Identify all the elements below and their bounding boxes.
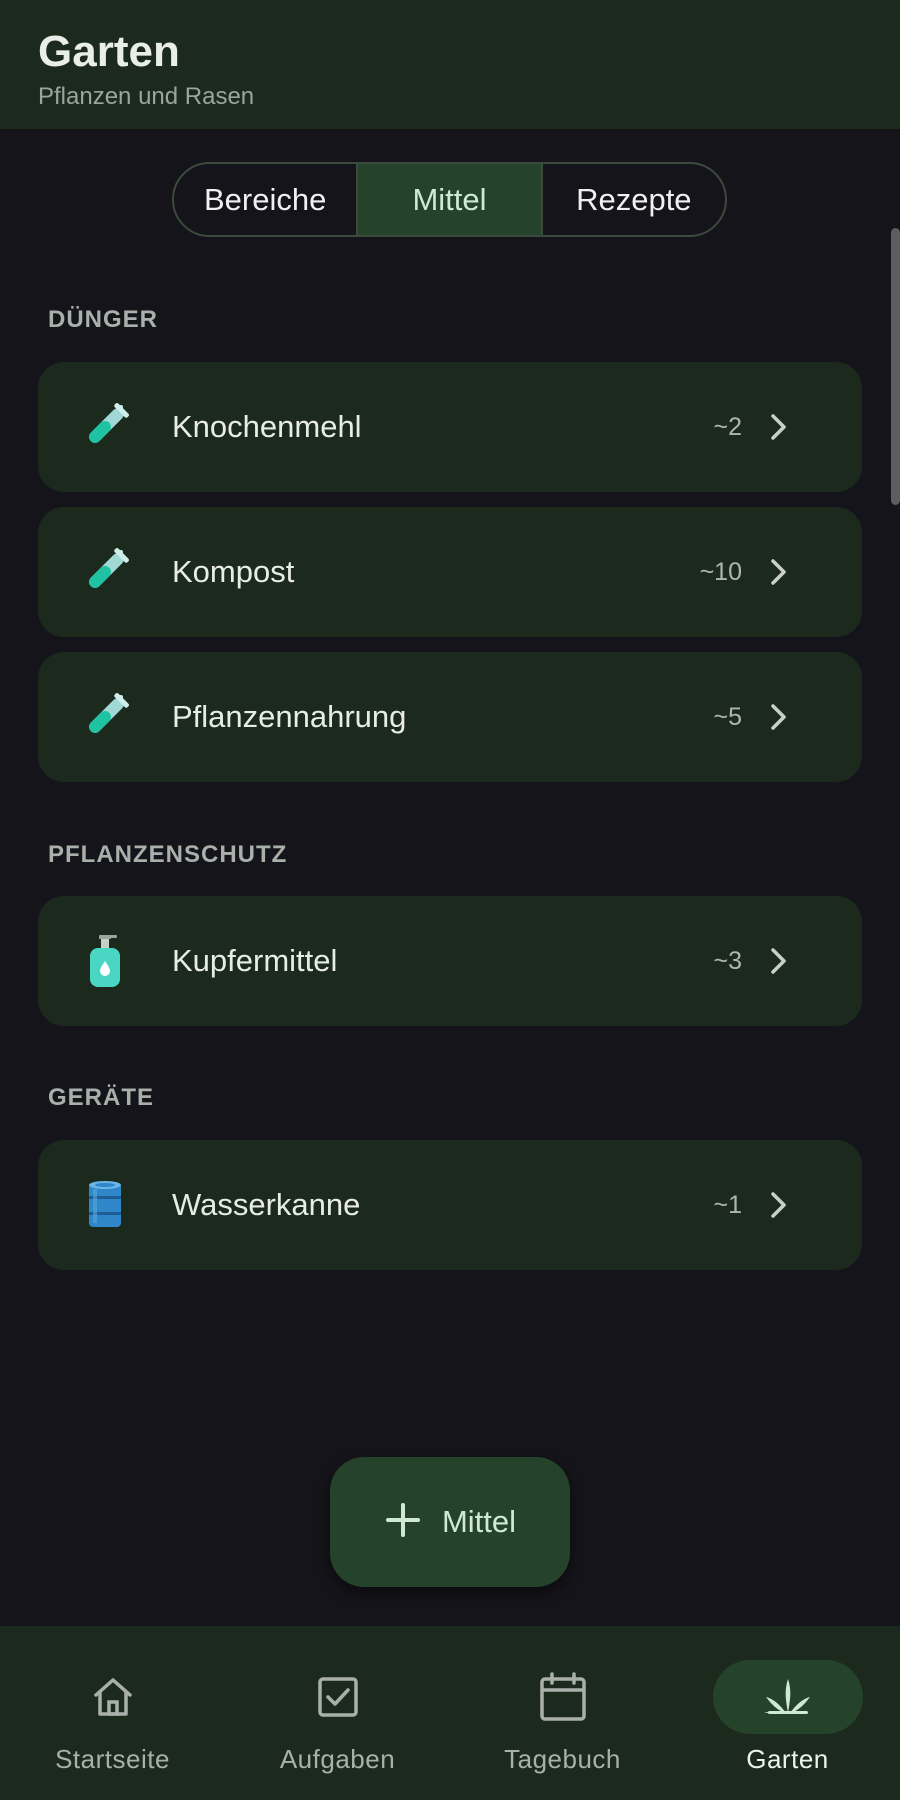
item-name: Kupfermittel [172,943,338,978]
checkbox-icon [263,1660,413,1734]
section-label-geraete: GERÄTE [48,1084,155,1111]
app-screen: Garten Pflanzen und Rasen Bereiche Mitte… [0,0,900,1800]
tab-bereiche[interactable]: Bereiche [174,164,356,235]
item-name: Kompost [172,554,295,589]
lotion-bottle-icon [38,896,172,1026]
item-name: Pflanzennahrung [172,699,407,734]
oil-drum-icon [38,1140,172,1270]
chevron-right-icon [764,407,794,447]
add-mittel-button[interactable]: Mittel [330,1457,570,1587]
plant-icon [712,1660,863,1734]
chevron-right-icon [764,697,794,737]
item-count: ~1 [713,1190,742,1219]
fab-label: Mittel [441,1504,517,1539]
item-count: ~5 [713,702,742,731]
list-item[interactable]: Knochenmehl ~2 [38,362,862,492]
item-count: ~3 [713,946,742,975]
tab-rezepte[interactable]: Rezepte [540,164,725,235]
page-subtitle: Pflanzen und Rasen [38,83,255,110]
chevron-right-icon [764,552,794,592]
test-tube-icon [38,652,172,782]
nav-item-tagebuch[interactable]: Tagebuch [450,1626,675,1800]
item-count: ~2 [713,412,742,441]
plus-icon [384,1501,422,1544]
home-icon [38,1660,188,1734]
test-tube-icon [38,362,172,492]
list-item[interactable]: Kompost ~10 [38,507,862,637]
nav-item-aufgaben[interactable]: Aufgaben [225,1626,450,1800]
section-label-pflanzenschutz: PFLANZENSCHUTZ [48,841,288,868]
item-count: ~10 [699,557,742,586]
list-item[interactable]: Kupfermittel ~3 [38,896,862,1026]
nav-label: Aufgaben [279,1744,396,1774]
scrollbar[interactable] [891,228,900,505]
nav-label: Garten [746,1744,829,1774]
chevron-right-icon [764,941,794,981]
app-header: Garten Pflanzen und Rasen [0,0,900,129]
list-item[interactable]: Wasserkanne ~1 [38,1140,862,1270]
list-item[interactable]: Pflanzennahrung ~5 [38,652,862,782]
page-title: Garten [38,27,180,76]
chevron-right-icon [764,1185,794,1225]
calendar-icon [488,1660,638,1734]
nav-item-garten[interactable]: Garten [675,1626,900,1800]
item-name: Knochenmehl [172,409,362,444]
test-tube-icon [38,507,172,637]
nav-label: Startseite [55,1744,170,1774]
item-name: Wasserkanne [172,1187,361,1222]
section-label-duenger: DÜNGER [48,306,159,333]
segmented-control: Bereiche Mittel Rezepte [172,162,727,237]
tab-mittel[interactable]: Mittel [356,164,541,235]
nav-item-startseite[interactable]: Startseite [0,1626,225,1800]
nav-label: Tagebuch [504,1744,621,1774]
bottom-navigation: Startseite Aufgaben Tagebuch Garten [0,1626,900,1800]
